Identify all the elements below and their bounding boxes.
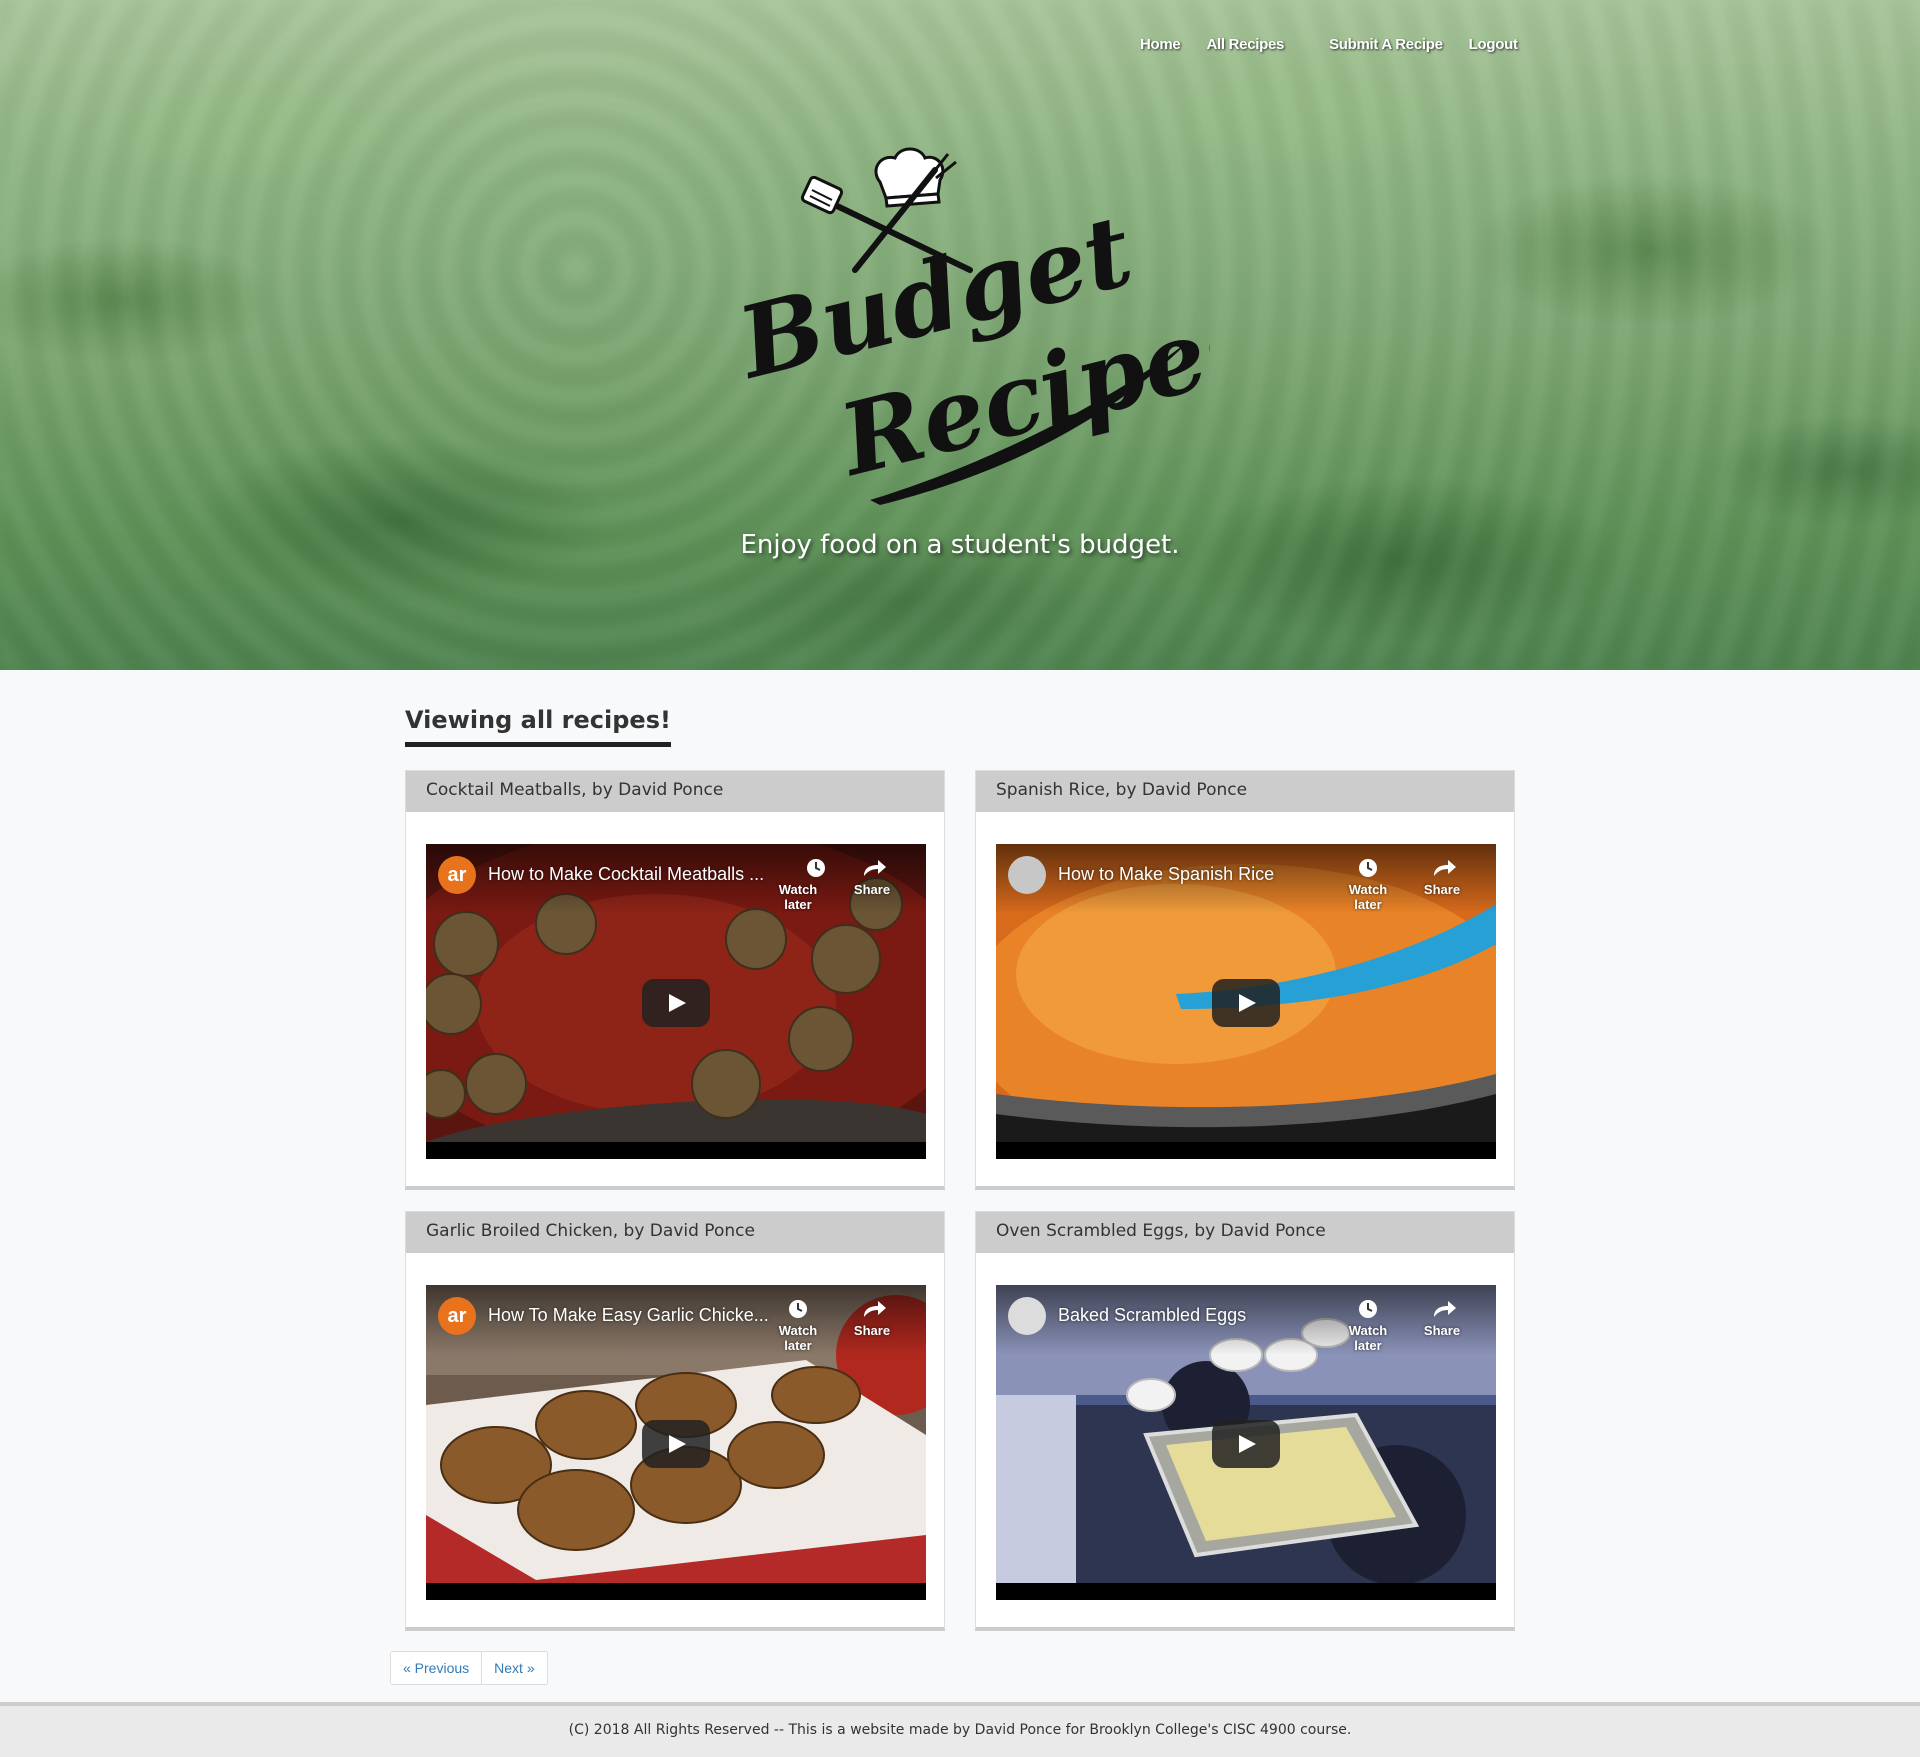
share-label: Share bbox=[1423, 1323, 1461, 1338]
video-embed[interactable]: ar How To Make Easy Garlic Chicke... Wat… bbox=[426, 1285, 926, 1600]
site-footer: (C) 2018 All Rights Reserved -- This is … bbox=[0, 1702, 1920, 1757]
recipe-card-header: Oven Scrambled Eggs, by David Ponce bbox=[976, 1212, 1514, 1253]
share-label: Share bbox=[1423, 882, 1461, 897]
video-title[interactable]: Baked Scrambled Eggs bbox=[1058, 1305, 1348, 1326]
play-button[interactable] bbox=[642, 1420, 710, 1468]
nav-home[interactable]: Home bbox=[1140, 36, 1181, 53]
watch-later-label: Watch later bbox=[778, 882, 818, 912]
watch-later-button[interactable]: Watch later bbox=[768, 1297, 828, 1353]
channel-avatar[interactable] bbox=[1008, 856, 1046, 894]
footer-text: (C) 2018 All Rights Reserved -- This is … bbox=[568, 1722, 1352, 1738]
share-arrow-icon bbox=[864, 1301, 886, 1317]
video-embed[interactable]: Baked Scrambled Eggs Watch later Share bbox=[996, 1285, 1496, 1600]
video-title[interactable]: How To Make Easy Garlic Chicke... bbox=[488, 1305, 778, 1326]
next-page-link[interactable]: Next » bbox=[481, 1652, 546, 1684]
recipe-card-header: Garlic Broiled Chicken, by David Ponce bbox=[406, 1212, 944, 1253]
share-label: Share bbox=[853, 1323, 891, 1338]
video-title[interactable]: How to Make Cocktail Meatballs ... bbox=[488, 864, 778, 885]
watch-later-label: Watch later bbox=[1348, 1323, 1388, 1353]
share-arrow-icon bbox=[864, 860, 886, 876]
channel-avatar[interactable]: ar bbox=[438, 1297, 476, 1335]
clock-icon bbox=[1359, 859, 1377, 877]
watch-later-button[interactable]: Watch later bbox=[768, 856, 828, 912]
video-embed[interactable]: ar How to Make Cocktail Meatballs ... Wa… bbox=[426, 844, 926, 1159]
clock-icon bbox=[1359, 1300, 1377, 1318]
channel-avatar[interactable]: ar bbox=[438, 856, 476, 894]
recipe-card: Oven Scrambled Eggs, by David Ponce Bake… bbox=[975, 1211, 1515, 1631]
recipe-card: Spanish Rice, by David Ponce How to Make… bbox=[975, 770, 1515, 1190]
watch-later-label: Watch later bbox=[778, 1323, 818, 1353]
share-button[interactable]: Share bbox=[842, 856, 902, 897]
recipe-card-header: Cocktail Meatballs, by David Ponce bbox=[406, 771, 944, 812]
budget-recipes-logo: Budget Recipes bbox=[725, 147, 1210, 505]
share-button[interactable]: Share bbox=[1412, 856, 1472, 897]
hero-banner: Home All Recipes Submit A Recipe Logout … bbox=[0, 0, 1920, 670]
share-label: Share bbox=[853, 882, 891, 897]
share-arrow-icon bbox=[1434, 860, 1456, 876]
share-arrow-icon bbox=[1434, 1301, 1456, 1317]
nav-submit-recipe[interactable]: Submit A Recipe bbox=[1329, 36, 1443, 53]
play-button[interactable] bbox=[1212, 979, 1280, 1027]
share-button[interactable]: Share bbox=[1412, 1297, 1472, 1338]
channel-avatar[interactable] bbox=[1008, 1297, 1046, 1335]
clock-icon bbox=[807, 859, 825, 877]
main-nav: Home All Recipes Submit A Recipe Logout bbox=[1140, 36, 1518, 53]
play-button[interactable] bbox=[642, 979, 710, 1027]
nav-logout[interactable]: Logout bbox=[1469, 36, 1518, 53]
play-button[interactable] bbox=[1212, 1420, 1280, 1468]
recipe-card: Cocktail Meatballs, by David Ponce ar Ho… bbox=[405, 770, 945, 1190]
previous-page-link[interactable]: « Previous bbox=[391, 1652, 481, 1684]
hero-tagline: Enjoy food on a student's budget. bbox=[740, 530, 1180, 560]
page-title: Viewing all recipes! bbox=[405, 706, 671, 747]
video-title[interactable]: How to Make Spanish Rice bbox=[1058, 864, 1348, 885]
watch-later-button[interactable]: Watch later bbox=[1338, 856, 1398, 912]
video-embed[interactable]: How to Make Spanish Rice Watch later Sha… bbox=[996, 844, 1496, 1159]
watch-later-label: Watch later bbox=[1348, 882, 1388, 912]
share-button[interactable]: Share bbox=[842, 1297, 902, 1338]
nav-all-recipes[interactable]: All Recipes bbox=[1206, 36, 1284, 53]
recipe-card: Garlic Broiled Chicken, by David Ponce a… bbox=[405, 1211, 945, 1631]
watch-later-button[interactable]: Watch later bbox=[1338, 1297, 1398, 1353]
recipe-card-header: Spanish Rice, by David Ponce bbox=[976, 771, 1514, 812]
pagination: « Previous Next » bbox=[390, 1651, 548, 1685]
clock-icon bbox=[789, 1300, 807, 1318]
